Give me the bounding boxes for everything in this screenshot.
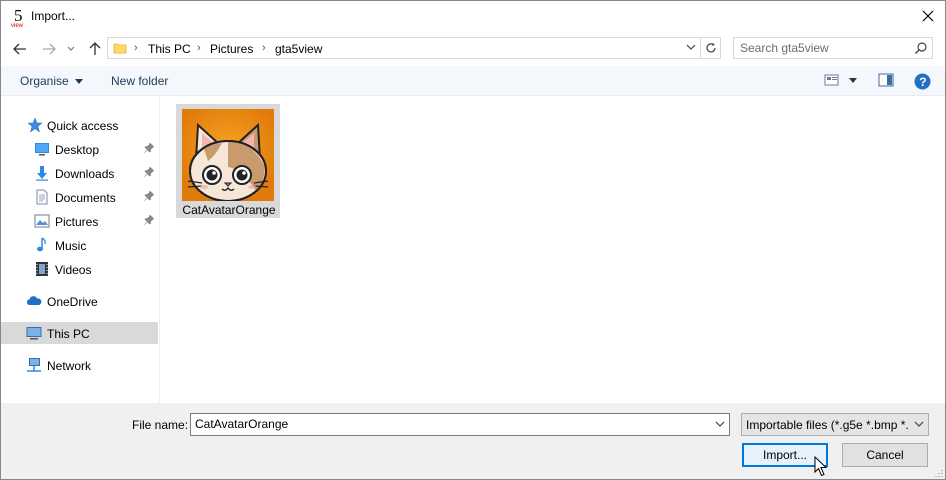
sidebar-item-desktop[interactable]: Desktop xyxy=(1,138,158,160)
film-strip-icon xyxy=(36,262,48,276)
folder-icon xyxy=(113,43,127,54)
search-input[interactable] xyxy=(740,41,910,55)
app-icon-caption: view xyxy=(11,23,24,28)
arrow-up-icon xyxy=(89,42,101,55)
close-icon xyxy=(922,10,934,22)
search-box[interactable] xyxy=(733,37,933,59)
address-history-chevron-icon[interactable] xyxy=(686,42,696,52)
sidebar-item-label: Quick access xyxy=(47,119,119,133)
back-button[interactable] xyxy=(10,39,30,59)
organise-button[interactable]: Organise xyxy=(20,74,84,88)
sidebar-item-label: Network xyxy=(47,359,92,373)
sidebar-item-music[interactable]: Music xyxy=(1,234,158,256)
cat-avatar-thumbnail xyxy=(182,109,274,201)
music-note-icon xyxy=(37,237,46,252)
sidebar-item-label: Documents xyxy=(55,191,116,205)
file-name-label: File name: xyxy=(132,418,189,432)
arrow-left-icon xyxy=(13,43,26,55)
sidebar-item-quick-access[interactable]: Quick access xyxy=(1,114,158,136)
view-options-chevron-icon[interactable] xyxy=(849,78,857,84)
gta5view-app-icon: 5 view xyxy=(11,6,24,28)
up-button[interactable] xyxy=(85,39,105,59)
change-view-icon[interactable] xyxy=(824,72,840,88)
pin-icon[interactable] xyxy=(144,215,154,225)
download-arrow-icon xyxy=(36,166,48,181)
sidebar-item-documents[interactable]: Documents xyxy=(1,186,158,208)
file-item[interactable]: CatAvatarOrange xyxy=(176,104,280,218)
resize-grip-icon[interactable] xyxy=(933,467,943,477)
file-type-value: Importable files (*.g5e *.bmp *. xyxy=(746,418,909,432)
file-type-select[interactable]: Importable files (*.g5e *.bmp *. xyxy=(741,413,929,436)
dialog-footer: File name: Importable files (*.g5e *.bmp… xyxy=(1,403,945,479)
sidebar-item-label: OneDrive xyxy=(47,295,98,309)
file-name-combobox[interactable] xyxy=(190,413,730,436)
sidebar-item-downloads[interactable]: Downloads xyxy=(1,162,158,184)
pin-icon[interactable] xyxy=(144,143,154,153)
breadcrumb-this-pc[interactable]: This PC xyxy=(148,42,191,56)
sidebar-item-this-pc[interactable]: This PC xyxy=(1,322,158,344)
chevron-down-icon xyxy=(914,421,924,427)
pictures-icon xyxy=(34,214,50,228)
navigation-row: › This PC › Pictures › gta5view xyxy=(1,35,945,63)
close-button[interactable] xyxy=(911,1,945,31)
svg-text:?: ? xyxy=(919,75,926,89)
breadcrumb-separator: › xyxy=(197,42,201,54)
breadcrumb-separator: › xyxy=(134,42,138,54)
breadcrumb-gta5view[interactable]: gta5view xyxy=(275,42,322,56)
breadcrumb-pictures[interactable]: Pictures xyxy=(210,42,253,56)
sidebar-item-label: Desktop xyxy=(55,143,100,157)
breadcrumb-separator: › xyxy=(262,42,266,54)
sidebar-item-label: Videos xyxy=(55,263,92,277)
desktop-icon xyxy=(35,143,49,156)
refresh-button[interactable] xyxy=(701,37,721,59)
sidebar-item-label: Downloads xyxy=(55,167,115,181)
pane-divider[interactable] xyxy=(159,97,160,403)
pin-icon[interactable] xyxy=(144,167,154,177)
document-icon xyxy=(36,189,48,205)
sidebar-item-label: Pictures xyxy=(55,215,99,229)
search-icon[interactable] xyxy=(914,41,928,55)
computer-icon xyxy=(26,327,42,340)
preview-pane-icon[interactable] xyxy=(878,72,894,88)
sidebar-item-network[interactable]: Network xyxy=(1,354,158,376)
cancel-button[interactable]: Cancel xyxy=(842,443,928,467)
arrow-right-icon xyxy=(43,43,56,55)
pin-icon[interactable] xyxy=(144,191,154,201)
chevron-down-icon[interactable] xyxy=(715,419,725,429)
recent-locations-button[interactable] xyxy=(64,39,78,59)
file-list[interactable]: CatAvatarOrange xyxy=(161,97,945,403)
file-name-label: CatAvatarOrange xyxy=(182,203,276,217)
import-dialog: 5 view Import... › This PC › Pictures › … xyxy=(0,0,946,480)
sidebar-item-label: Music xyxy=(55,239,87,253)
mouse-cursor-icon xyxy=(814,456,828,477)
forward-button[interactable] xyxy=(39,39,59,59)
dropdown-triangle-icon xyxy=(75,78,84,84)
sidebar-item-label: This PC xyxy=(47,327,90,341)
address-bar[interactable]: › This PC › Pictures › gta5view xyxy=(107,37,701,59)
navigation-pane: Quick access Desktop Downloads Documents… xyxy=(1,97,158,403)
command-bar: Organise New folder ? xyxy=(1,66,945,96)
organise-label: Organise xyxy=(20,74,69,88)
sidebar-item-videos[interactable]: Videos xyxy=(1,258,158,280)
sidebar-item-pictures[interactable]: Pictures xyxy=(1,210,158,232)
cloud-icon xyxy=(26,296,42,305)
refresh-icon xyxy=(705,42,716,53)
network-icon xyxy=(27,358,41,372)
chevron-down-icon xyxy=(67,46,75,51)
star-icon xyxy=(27,117,43,133)
file-name-input[interactable] xyxy=(195,417,695,431)
help-icon[interactable]: ? xyxy=(914,73,931,90)
title-bar: 5 view Import... xyxy=(1,1,945,33)
new-folder-button[interactable]: New folder xyxy=(111,74,168,88)
sidebar-item-onedrive[interactable]: OneDrive xyxy=(1,290,158,312)
window-title: Import... xyxy=(31,9,76,23)
